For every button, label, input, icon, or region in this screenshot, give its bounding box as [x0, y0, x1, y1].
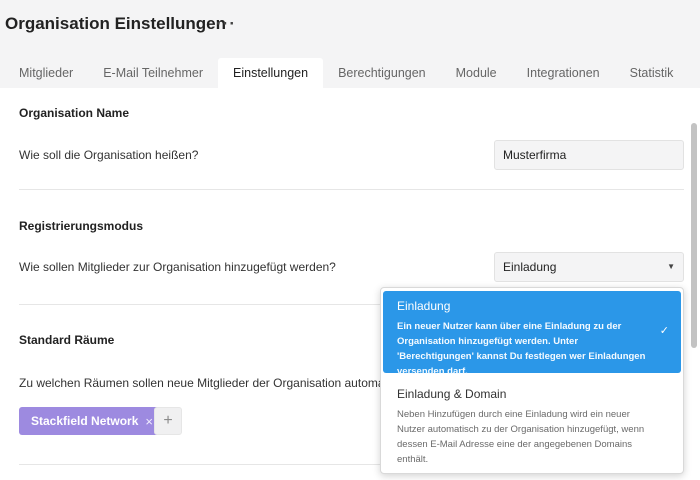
tab-module[interactable]: Module — [441, 58, 512, 88]
section-title-standard-raeume: Standard Räume — [19, 333, 115, 347]
organisation-name-input[interactable] — [494, 140, 684, 170]
tab-bar: Mitglieder E-Mail Teilnehmer Einstellung… — [0, 58, 700, 88]
page-header: Organisation Einstellungen ··· — [0, 0, 700, 58]
option-einladung-domain[interactable]: Einladung & Domain Neben Hinzufügen durc… — [383, 379, 681, 469]
tab-berechtigungen[interactable]: Berechtigungen — [323, 58, 441, 88]
divider — [19, 189, 684, 190]
option-title: Einladung & Domain — [397, 387, 507, 401]
tab-einstellungen[interactable]: Einstellungen — [218, 58, 324, 88]
tab-integrationen[interactable]: Integrationen — [512, 58, 615, 88]
option-description: Ein neuer Nutzer kann über eine Einladun… — [397, 321, 646, 377]
more-options-icon[interactable]: ··· — [216, 14, 236, 34]
section-title-registrierungsmodus: Registrierungsmodus — [19, 219, 144, 233]
option-description: Neben Hinzufügen durch eine Einladung wi… — [397, 409, 645, 465]
option-einladung[interactable]: Einladung Ein neuer Nutzer kann über ein… — [383, 291, 681, 377]
registration-mode-dropdown: Einladung Ein neuer Nutzer kann über ein… — [380, 287, 684, 474]
tab-mitglieder[interactable]: Mitglieder — [0, 58, 88, 88]
page-title: Organisation Einstellungen — [5, 14, 227, 33]
check-icon: ✓ — [659, 325, 669, 337]
registration-mode-value: Einladung — [503, 260, 557, 274]
room-tag-stackfield-network[interactable]: Stackfield Network × — [19, 407, 161, 435]
tab-email-teilnehmer[interactable]: E-Mail Teilnehmer — [88, 58, 218, 88]
caret-down-icon: ▼ — [667, 262, 675, 271]
option-title: Einladung — [397, 299, 451, 313]
section-title-organisation-name: Organisation Name — [19, 106, 130, 120]
room-tag-label: Stackfield Network — [31, 414, 139, 428]
question-organisation-name: Wie soll die Organisation heißen? — [19, 148, 199, 162]
registration-mode-select[interactable]: Einladung ▼ — [494, 252, 684, 282]
question-registrierungsmodus: Wie sollen Mitglieder zur Organisation h… — [19, 260, 336, 274]
tab-statistik[interactable]: Statistik — [615, 58, 689, 88]
close-icon[interactable]: × — [145, 414, 153, 429]
scrollbar-thumb[interactable] — [691, 123, 697, 348]
add-room-button[interactable]: + — [154, 407, 182, 435]
